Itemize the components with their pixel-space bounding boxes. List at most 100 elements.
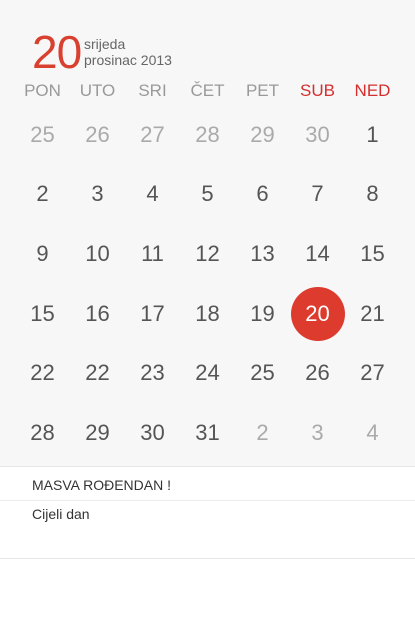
day-cell[interactable]: 9 — [15, 224, 70, 284]
weekday-label-ned: NED — [354, 81, 391, 100]
day-cell[interactable]: 24 — [180, 343, 235, 403]
day-number: 25 — [30, 121, 55, 147]
day-cell[interactable]: 31 — [180, 403, 235, 463]
day-number: 7 — [311, 181, 324, 207]
day-number: 16 — [85, 300, 110, 326]
day-number: 3 — [311, 419, 324, 445]
day-cell[interactable]: 27 — [125, 105, 180, 165]
calendar-panel: 20 srijeda prosinac 2013 PON UTO SRI ČET PET… — [0, 0, 415, 467]
day-cell[interactable]: 7 — [290, 165, 345, 225]
day-cell[interactable]: 17 — [125, 284, 180, 344]
day-number: 26 — [305, 360, 330, 386]
day-number: 13 — [250, 240, 275, 266]
day-cell[interactable]: 25 — [235, 343, 290, 403]
day-number: 11 — [141, 240, 164, 266]
day-number: 4 — [146, 181, 159, 207]
day-cell[interactable]: 22 — [70, 343, 125, 403]
day-number: 15 — [30, 300, 55, 326]
selected-month-year: prosinac 2013 — [84, 52, 172, 68]
day-cell[interactable]: 15 — [15, 284, 70, 344]
day-cell[interactable]: 26 — [290, 343, 345, 403]
day-cell[interactable]: 3 — [70, 165, 125, 225]
day-cell[interactable]: 3 — [290, 403, 345, 463]
day-number: 29 — [250, 121, 275, 147]
weekday-label-pet: PET — [245, 81, 280, 100]
day-number: 30 — [140, 419, 165, 445]
day-number: 10 — [85, 240, 110, 266]
day-cell[interactable]: 2 — [15, 165, 70, 225]
day-number: 6 — [256, 181, 269, 207]
selected-weekday: srijeda — [84, 36, 126, 52]
day-cell[interactable]: 8 — [345, 165, 400, 225]
weekday-label-sri: SRI — [138, 81, 167, 100]
day-number: 19 — [250, 300, 275, 326]
day-number: 27 — [360, 360, 385, 386]
weekday-label-čet: ČET — [190, 81, 225, 100]
day-number: 3 — [91, 181, 104, 207]
day-cell[interactable]: 26 — [70, 105, 125, 165]
day-number: 14 — [305, 240, 330, 266]
day-number: 29 — [85, 419, 110, 445]
day-number: 26 — [85, 121, 110, 147]
day-number: 15 — [360, 240, 385, 266]
event-item[interactable]: MASVA ROĐENDAN ! Cijeli dan — [0, 467, 415, 559]
selected-day-circle: 20 — [290, 286, 345, 341]
day-cell[interactable]: 1 — [345, 105, 400, 165]
day-cell[interactable]: 28 — [180, 105, 235, 165]
day-cell[interactable]: 6 — [235, 165, 290, 225]
day-number: 9 — [36, 240, 49, 266]
day-number: 2 — [36, 181, 49, 207]
weekday-label-pon: PON — [24, 81, 61, 100]
selected-day-number: 20 — [32, 26, 82, 78]
day-number: 28 — [195, 121, 220, 147]
day-number: 27 — [140, 121, 165, 147]
day-cell[interactable]: 2 — [235, 403, 290, 463]
day-cell[interactable]: 16 — [70, 284, 125, 344]
day-cell[interactable]: 14 — [290, 224, 345, 284]
day-cell-selected[interactable]: 20 — [290, 284, 345, 344]
day-number: 31 — [195, 419, 220, 445]
day-cell[interactable]: 25 — [15, 105, 70, 165]
day-cell[interactable]: 22 — [15, 343, 70, 403]
day-cell[interactable]: 27 — [345, 343, 400, 403]
month-grid: 25 26 27 28 29 30 1 2 3 4 5 6 7 8 9 10 11 12 13 14 15 15 16 17 1… — [15, 105, 400, 463]
event-time: Cijeli dan — [32, 506, 90, 522]
day-cell[interactable]: 10 — [70, 224, 125, 284]
day-number: 28 — [30, 419, 55, 445]
day-cell[interactable]: 12 — [180, 224, 235, 284]
weekday-label-uto: UTO — [79, 81, 116, 100]
day-cell[interactable]: 13 — [235, 224, 290, 284]
weekday-label-sub: SUB — [300, 81, 335, 100]
day-number: 22 — [30, 360, 55, 386]
day-cell[interactable]: 30 — [290, 105, 345, 165]
day-cell[interactable]: 30 — [125, 403, 180, 463]
day-number: 30 — [305, 121, 330, 147]
day-cell[interactable]: 15 — [345, 224, 400, 284]
day-cell[interactable]: 28 — [15, 403, 70, 463]
day-number: 24 — [195, 360, 220, 386]
day-number: 5 — [201, 181, 214, 207]
day-number: 17 — [140, 300, 165, 326]
day-number: 12 — [195, 240, 220, 266]
day-cell[interactable]: 4 — [345, 403, 400, 463]
day-cell[interactable]: 29 — [235, 105, 290, 165]
day-number: 8 — [366, 181, 379, 207]
day-cell[interactable]: 21 — [345, 284, 400, 344]
day-cell[interactable]: 5 — [180, 165, 235, 225]
weekday-header-row: PON UTO SRI ČET PET SUB NED — [15, 80, 400, 102]
day-cell[interactable]: 29 — [70, 403, 125, 463]
date-header-text: srijeda prosinac 2013 — [84, 36, 172, 68]
day-number: 4 — [366, 419, 379, 445]
day-cell[interactable]: 19 — [235, 284, 290, 344]
day-number: 25 — [250, 360, 275, 386]
day-cell[interactable]: 23 — [125, 343, 180, 403]
day-number: 21 — [360, 300, 385, 326]
day-number: 18 — [195, 300, 220, 326]
event-title: MASVA ROĐENDAN ! — [32, 477, 171, 493]
day-cell[interactable]: 4 — [125, 165, 180, 225]
day-cell[interactable]: 11 — [125, 224, 180, 284]
event-divider — [0, 500, 415, 501]
day-number: 1 — [366, 121, 379, 147]
day-number: 23 — [140, 360, 165, 386]
day-cell[interactable]: 18 — [180, 284, 235, 344]
